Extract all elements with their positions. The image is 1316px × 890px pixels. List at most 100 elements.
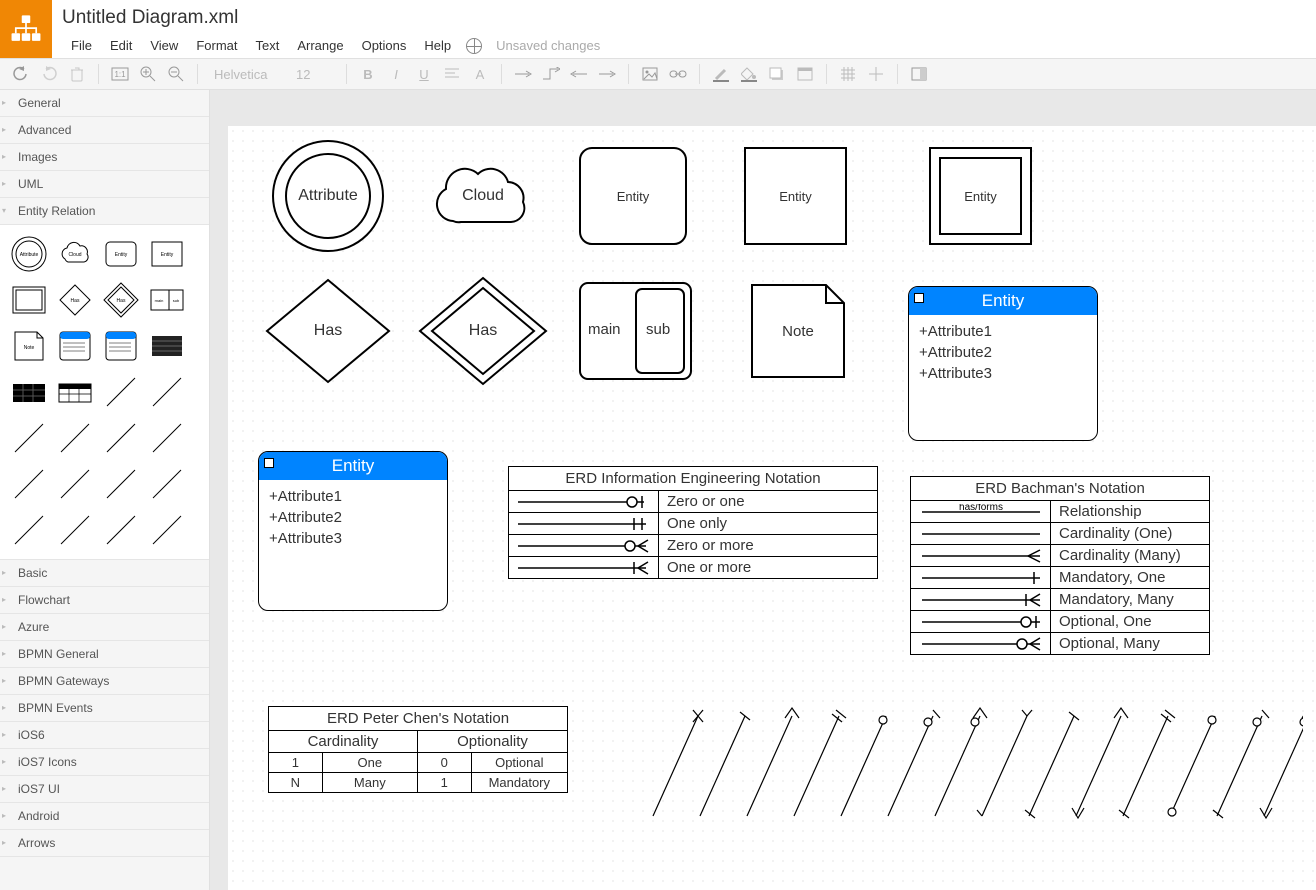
bold-button[interactable]: B xyxy=(355,61,381,87)
delete-button[interactable] xyxy=(64,61,90,87)
palette-ios7-icons[interactable]: iOS7 Icons xyxy=(0,749,209,776)
menu-file[interactable]: File xyxy=(62,35,101,56)
table-bachman[interactable]: ERD Bachman's Notation has/formsRelation… xyxy=(910,476,1210,655)
arrow-start-button[interactable] xyxy=(566,61,592,87)
thumb-connector-5[interactable] xyxy=(99,416,143,460)
table-ie-notation[interactable]: ERD Information Engineering Notation Zer… xyxy=(508,466,878,579)
connector-samples[interactable] xyxy=(643,706,1303,826)
shape-attribute[interactable]: Attribute xyxy=(268,136,388,256)
shadow-button[interactable] xyxy=(764,61,790,87)
thumb-entity-table-dark[interactable] xyxy=(145,324,189,368)
thumb-connector-6[interactable] xyxy=(145,416,189,460)
menu-view[interactable]: View xyxy=(141,35,187,56)
app-logo[interactable] xyxy=(0,0,52,58)
palette-images[interactable]: Images xyxy=(0,144,209,171)
thumb-connector-9[interactable] xyxy=(99,462,143,506)
shape-has-double-diamond[interactable]: Has xyxy=(418,276,548,386)
palette-ios6[interactable]: iOS6 xyxy=(0,722,209,749)
thumb-connector-3[interactable] xyxy=(7,416,51,460)
menu-options[interactable]: Options xyxy=(353,35,416,56)
arrow-end-button[interactable] xyxy=(594,61,620,87)
thumb-connector-10[interactable] xyxy=(145,462,189,506)
thumb-connector-1[interactable] xyxy=(99,370,143,414)
shape-sub-label: sub xyxy=(646,321,670,338)
thumb-connector-12[interactable] xyxy=(53,508,97,552)
link-button[interactable] xyxy=(665,61,691,87)
fill-color-button[interactable] xyxy=(736,61,762,87)
canvas-page[interactable]: Attribute Cloud Entity Entity Entity xyxy=(228,126,1316,890)
thumb-entity-double[interactable] xyxy=(7,278,51,322)
stroke-color-button[interactable] xyxy=(708,61,734,87)
menu-edit[interactable]: Edit xyxy=(101,35,141,56)
palette-bpmn-events[interactable]: BPMN Events xyxy=(0,695,209,722)
underline-button[interactable]: U xyxy=(411,61,437,87)
thumb-connector-8[interactable] xyxy=(53,462,97,506)
shape-sidebar[interactable]: General Advanced Images UML Entity Relat… xyxy=(0,90,210,890)
shape-main-sub[interactable]: main sub xyxy=(578,281,693,381)
thumb-main-sub[interactable]: mainsub xyxy=(145,278,189,322)
thumb-table-black[interactable] xyxy=(7,370,51,414)
shape-entity-card-left[interactable]: -Entity +Attribute1 +Attribute2 +Attribu… xyxy=(258,451,448,611)
menu-help[interactable]: Help xyxy=(415,35,460,56)
thumb-connector-2[interactable] xyxy=(145,370,189,414)
container-button[interactable] xyxy=(792,61,818,87)
menu-text[interactable]: Text xyxy=(246,35,288,56)
guides-button[interactable] xyxy=(863,61,889,87)
thumb-table-white[interactable] xyxy=(53,370,97,414)
font-family-field[interactable]: Helvetica xyxy=(206,67,286,82)
zoom-in-button[interactable] xyxy=(135,61,161,87)
palette-advanced[interactable]: Advanced xyxy=(0,117,209,144)
menu-format[interactable]: Format xyxy=(187,35,246,56)
redo-button[interactable] xyxy=(36,61,62,87)
thumb-has-diamond[interactable]: Has xyxy=(53,278,97,322)
zoom-out-button[interactable] xyxy=(163,61,189,87)
palette-azure[interactable]: Azure xyxy=(0,614,209,641)
shape-entity-card-right[interactable]: -Entity +Attribute1 +Attribute2 +Attribu… xyxy=(908,286,1098,441)
palette-entity-relation[interactable]: Entity Relation xyxy=(0,198,209,225)
thumb-connector-14[interactable] xyxy=(145,508,189,552)
shape-note[interactable]: Note xyxy=(748,281,848,381)
shape-entity-rect[interactable]: Entity xyxy=(743,146,848,246)
palette-arrows[interactable]: Arrows xyxy=(0,830,209,857)
canvas-area[interactable]: Attribute Cloud Entity Entity Entity xyxy=(210,90,1316,890)
connector-elbow-button[interactable] xyxy=(538,61,564,87)
align-button[interactable] xyxy=(439,61,465,87)
font-size-field[interactable]: 12 xyxy=(288,67,338,82)
shape-cloud[interactable]: Cloud xyxy=(423,146,543,246)
palette-general[interactable]: General xyxy=(0,90,209,117)
palette-basic[interactable]: Basic xyxy=(0,560,209,587)
thumb-cloud[interactable]: Cloud xyxy=(53,232,97,276)
italic-button[interactable]: I xyxy=(383,61,409,87)
thumb-has-double-diamond[interactable]: Has xyxy=(99,278,143,322)
format-panel-button[interactable] xyxy=(906,61,932,87)
palette-android[interactable]: Android xyxy=(0,803,209,830)
palette-ios7-ui[interactable]: iOS7 UI xyxy=(0,776,209,803)
thumb-entity-card-blue[interactable] xyxy=(53,324,97,368)
shape-entity-rounded[interactable]: Entity xyxy=(578,146,688,246)
thumb-entity-rect[interactable]: Entity xyxy=(145,232,189,276)
image-button[interactable] xyxy=(637,61,663,87)
thumb-attribute[interactable]: Attribute xyxy=(7,232,51,276)
undo-button[interactable] xyxy=(8,61,34,87)
language-icon[interactable] xyxy=(466,38,482,54)
thumb-entity-rounded[interactable]: Entity xyxy=(99,232,143,276)
shape-entity-double[interactable]: Entity xyxy=(928,146,1033,246)
thumb-note[interactable]: Note xyxy=(7,324,51,368)
document-title[interactable]: Untitled Diagram.xml xyxy=(62,0,1316,29)
palette-bpmn-general[interactable]: BPMN General xyxy=(0,641,209,668)
connector-straight-button[interactable] xyxy=(510,61,536,87)
thumb-connector-11[interactable] xyxy=(7,508,51,552)
palette-uml[interactable]: UML xyxy=(0,171,209,198)
table-chen[interactable]: ERD Peter Chen's Notation Cardinality Op… xyxy=(268,706,568,793)
font-color-button[interactable]: A xyxy=(467,61,493,87)
thumb-connector-4[interactable] xyxy=(53,416,97,460)
actual-size-button[interactable]: 1:1 xyxy=(107,61,133,87)
palette-flowchart[interactable]: Flowchart xyxy=(0,587,209,614)
shape-has-diamond[interactable]: Has xyxy=(263,276,393,386)
thumb-connector-7[interactable] xyxy=(7,462,51,506)
palette-bpmn-gateways[interactable]: BPMN Gateways xyxy=(0,668,209,695)
thumb-connector-13[interactable] xyxy=(99,508,143,552)
thumb-entity-card-blue-2[interactable] xyxy=(99,324,143,368)
menu-arrange[interactable]: Arrange xyxy=(288,35,352,56)
grid-button[interactable] xyxy=(835,61,861,87)
